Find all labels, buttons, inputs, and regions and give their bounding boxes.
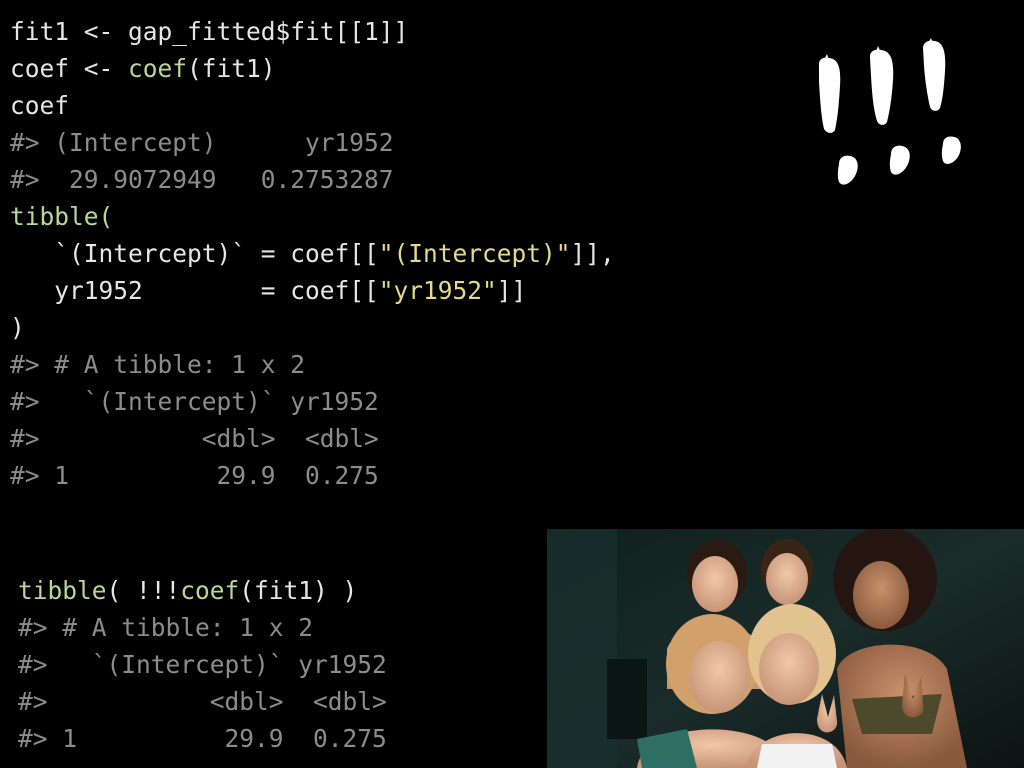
code_top-line: #> # A tibble: 1 x 2	[10, 346, 615, 383]
code_top-token: `(Intercept)` = coef[[	[10, 239, 379, 268]
code_top-line: coef	[10, 87, 615, 124]
code_top-line: #> 29.9072949 0.2753287	[10, 161, 615, 198]
code_bottom-token: (fit1) )	[239, 576, 358, 605]
code_top-token: ]],	[570, 239, 615, 268]
code_top-line: #> `(Intercept)` yr1952	[10, 383, 615, 420]
code_top-token: tibble(	[10, 202, 114, 231]
code_top-line: tibble(	[10, 198, 615, 235]
code_top-token: #> (Intercept) yr1952	[10, 128, 394, 157]
code_top-token: ]]	[496, 276, 527, 305]
code_top-token: coef	[128, 54, 188, 83]
code_bottom-token: #> <dbl> <dbl>	[18, 687, 387, 716]
code_top-token: "yr1952"	[378, 276, 497, 305]
code_bottom-line: #> # A tibble: 1 x 2	[18, 609, 387, 646]
code_bottom-token: #> `(Intercept)` yr1952	[18, 650, 387, 679]
group-photo	[547, 529, 1024, 768]
code_top-line: #> (Intercept) yr1952	[10, 124, 615, 161]
code_top-line: `(Intercept)` = coef[["(Intercept)"]],	[10, 235, 615, 272]
code_top-token: coef	[10, 91, 70, 120]
code_top-token: #> 1 29.9 0.275	[10, 461, 379, 490]
code_top-token: #> <dbl> <dbl>	[10, 424, 379, 453]
code_bottom-line: #> <dbl> <dbl>	[18, 683, 387, 720]
code-block-bottom: tibble( !!!coef(fit1) ) #> # A tibble: 1 …	[18, 572, 387, 757]
code_bottom-token: #> # A tibble: 1 x 2	[18, 613, 314, 642]
code_top-line: fit1 <- gap_fitted$fit[[1]]	[10, 13, 615, 50]
code-block-top: fit1 <- gap_fitted$fit[[1]] coef <- coef(…	[10, 13, 615, 494]
code_top-line: #> <dbl> <dbl>	[10, 420, 615, 457]
code_top-token: yr1952 = coef[[	[10, 276, 379, 305]
code_bottom-token: #> 1 29.9 0.275	[18, 724, 387, 753]
code_top-token: )	[10, 313, 25, 342]
code_bottom-token: coef	[180, 576, 240, 605]
code_top-token: "(Intercept)"	[378, 239, 571, 268]
code_top-line: coef <- coef(fit1)	[10, 50, 615, 87]
code_bottom-line: #> `(Intercept)` yr1952	[18, 646, 387, 683]
code_top-token: #> `(Intercept)` yr1952	[10, 387, 379, 416]
triple-bang-icon	[818, 38, 961, 185]
code_top-line: yr1952 = coef[["yr1952"]]	[10, 272, 615, 309]
code_bottom-token: tibble	[18, 576, 107, 605]
code_top-line: )	[10, 309, 615, 346]
code_bottom-token: ( !!!	[106, 576, 181, 605]
code_top-token: #> # A tibble: 1 x 2	[10, 350, 306, 379]
code_top-token: #> 29.9072949 0.2753287	[10, 165, 394, 194]
code_top-token: (fit1)	[187, 54, 276, 83]
code_bottom-line: #> 1 29.9 0.275	[18, 720, 387, 757]
code_bottom-line: tibble( !!!coef(fit1) )	[18, 572, 387, 609]
code_top-line: #> 1 29.9 0.275	[10, 457, 615, 494]
code_top-token: coef <-	[10, 54, 129, 83]
slide: fit1 <- gap_fitted$fit[[1]] coef <- coef(…	[0, 0, 1024, 768]
code_top-token: fit1 <- gap_fitted$fit[[1]]	[10, 17, 409, 46]
